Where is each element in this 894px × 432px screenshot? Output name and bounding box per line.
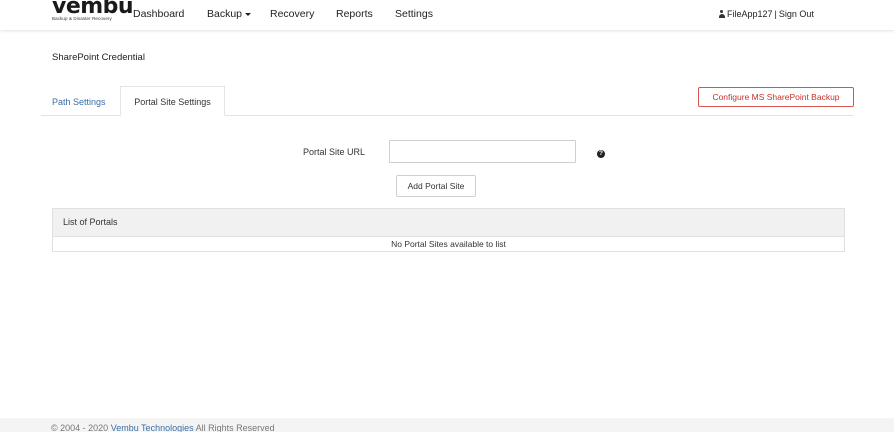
vembu-logo[interactable]: vembu Backup & Disaster Recovery <box>52 0 134 26</box>
sign-out-link[interactable]: Sign Out <box>779 9 814 19</box>
tab-portal-site-settings[interactable]: Portal Site Settings <box>120 86 225 116</box>
logo-tagline: Backup & Disaster Recovery <box>52 16 112 21</box>
user-separator: | <box>774 9 777 19</box>
rights-text: All Rights Reserved <box>195 423 275 432</box>
nav-backup[interactable]: Backup <box>207 8 252 20</box>
page-title: SharePoint Credential <box>52 52 145 63</box>
caret-down-icon <box>245 12 252 16</box>
help-icon[interactable]: ? <box>597 150 605 158</box>
username[interactable]: FileApp127 <box>727 9 773 19</box>
portals-empty-message: No Portal Sites available to list <box>391 239 506 249</box>
copyright-years: © 2004 - 2020 <box>51 423 109 432</box>
user-icon <box>718 10 725 18</box>
user-area: FileApp127 | Sign Out <box>718 9 814 19</box>
portals-panel-heading: List of Portals <box>53 209 844 237</box>
nav-reports[interactable]: Reports <box>336 8 373 20</box>
nav-settings[interactable]: Settings <box>395 8 433 20</box>
configure-sharepoint-backup-button[interactable]: Configure MS SharePoint Backup <box>698 87 854 107</box>
nav-dashboard[interactable]: Dashboard <box>133 8 184 20</box>
tab-path-settings[interactable]: Path Settings <box>52 97 106 107</box>
portal-site-url-input[interactable] <box>389 140 576 163</box>
portals-panel: List of Portals No Portal Sites availabl… <box>52 208 845 252</box>
nav-recovery[interactable]: Recovery <box>270 8 314 20</box>
add-portal-site-button[interactable]: Add Portal Site <box>396 175 476 197</box>
company-link[interactable]: Vembu Technologies <box>111 423 194 432</box>
portal-site-url-label: Portal Site URL <box>303 147 366 157</box>
top-navbar: vembu Backup & Disaster Recovery Dashboa… <box>0 0 894 30</box>
footer: © 2004 - 2020 Vembu Technologies All Rig… <box>0 418 894 432</box>
nav-backup-label: Backup <box>207 8 243 20</box>
footer-copyright: © 2004 - 2020 Vembu Technologies All Rig… <box>51 423 275 432</box>
